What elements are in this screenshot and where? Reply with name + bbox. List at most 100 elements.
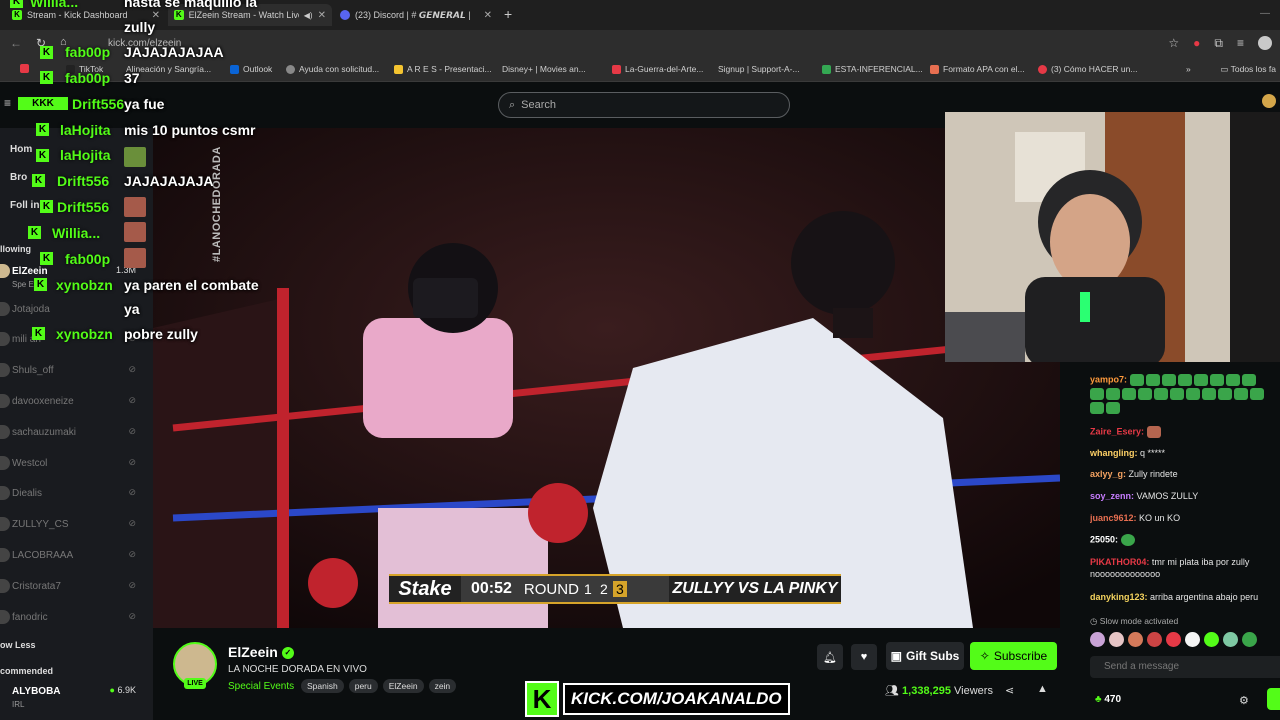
sidebar-channel[interactable]: fanodric ⊘ xyxy=(0,608,150,628)
all-bookmarks[interactable]: ▭ Todos los fa xyxy=(1220,64,1276,75)
bookmark-youtube[interactable] xyxy=(20,64,29,73)
avatar xyxy=(0,394,10,408)
bookmark-label: (3) Cómo HACER un... xyxy=(1051,64,1138,74)
bookmark-label: Formato APA con el... xyxy=(943,64,1025,74)
bookmark-ayuda[interactable]: Ayuda con solicitud... xyxy=(286,64,379,74)
sidebar-channel[interactable]: Cristorata7 ⊘ xyxy=(0,577,150,597)
chat-username[interactable]: soy_zenn: xyxy=(1090,491,1134,501)
chat-username[interactable]: axlyy_g: xyxy=(1090,469,1126,479)
chat-message-input[interactable]: Send a message xyxy=(1090,656,1280,678)
emote-icon[interactable] xyxy=(1147,632,1162,647)
share-icon[interactable]: ⋖ xyxy=(1005,684,1014,697)
sidebar-channel[interactable]: ZULLYY_CS ⊘ xyxy=(0,515,150,535)
channel-points[interactable]: ♣ 470 xyxy=(1095,694,1121,705)
report-icon[interactable]: ▲ xyxy=(1037,683,1048,695)
viewer-count: 👥︎ 1,338,295 Viewers xyxy=(885,684,993,697)
emote-icon[interactable] xyxy=(1090,632,1105,647)
face-emote-icon xyxy=(124,197,146,217)
minimize-icon[interactable]: — xyxy=(1260,8,1270,19)
emote-row-icon xyxy=(1129,374,1258,386)
sidebar-channel[interactable]: Shuls_off ⊘ xyxy=(0,361,150,381)
user-avatar[interactable] xyxy=(1262,94,1276,108)
tag[interactable]: Spanish xyxy=(301,679,344,693)
emote-icon[interactable] xyxy=(1204,632,1219,647)
bookmark-signup[interactable]: Signup | Support-A-... xyxy=(718,64,800,74)
chat-username[interactable]: PIKATHOR04: xyxy=(1090,557,1149,567)
speaker-icon[interactable]: ◀) xyxy=(304,11,313,20)
close-tab-icon[interactable]: ✕ xyxy=(484,10,492,21)
chat-username[interactable]: Zaire_Esery: xyxy=(1090,426,1144,436)
show-less-button[interactable]: ow Less xyxy=(0,640,36,650)
sidebar-channel[interactable]: LACOBRAAA ⊘ xyxy=(0,546,150,566)
chat-message-cont xyxy=(1090,402,1280,414)
kick-badge-icon: K xyxy=(40,71,53,84)
live-badge: LIVE xyxy=(184,678,206,689)
star-icon[interactable]: ☆ xyxy=(1168,36,1179,51)
follow-heart-button[interactable]: ♥ xyxy=(851,644,877,670)
emote-icon[interactable] xyxy=(1223,632,1238,647)
screen: K Stream - Kick Dashboard ✕ K ElZeein St… xyxy=(0,0,1280,720)
emote-icon[interactable] xyxy=(1128,632,1143,647)
channel-name: davooxeneize xyxy=(12,396,74,407)
star-icon: ✧ xyxy=(979,649,990,663)
video-player[interactable]: #LANOCHEDORADA Stake 00:52 ROUND 1 2 3 Z… xyxy=(153,128,1060,628)
sidebar-recommended[interactable]: ALYBOBA ● 6.9K xyxy=(0,682,150,702)
channel-name-text: ElZeein xyxy=(228,644,278,660)
chat-send-button[interactable] xyxy=(1267,688,1280,710)
bookmark-inferencial[interactable]: ESTA-INFERENCIAL... xyxy=(822,64,923,74)
chat-username[interactable]: danyking123: xyxy=(1090,592,1148,602)
search-input[interactable]: ⌕ Search xyxy=(498,92,790,118)
bookmark-disney[interactable]: Disney+ | Movies an... xyxy=(502,64,586,74)
more-bookmarks-icon[interactable]: » xyxy=(1186,64,1191,74)
youtube-icon xyxy=(20,64,29,73)
gift-subs-button[interactable]: ▣ Gift Subs xyxy=(886,642,964,670)
new-tab-icon[interactable]: + xyxy=(504,6,512,22)
menu-icon[interactable]: ≡ xyxy=(4,96,11,110)
round-number: 1 xyxy=(584,581,592,597)
tag[interactable]: ElZeein xyxy=(382,679,424,693)
chat-message: whangling: q ***** xyxy=(1090,448,1280,458)
sidebar-channel[interactable]: sachauzumaki ⊘ xyxy=(0,423,150,443)
back-icon[interactable]: ← xyxy=(10,36,22,50)
chat-username[interactable]: 25050: xyxy=(1090,534,1118,544)
bookmark-apa[interactable]: Formato APA con el... xyxy=(930,64,1025,74)
bookmark-outlook[interactable]: Outlook xyxy=(230,64,272,74)
extension-icon[interactable]: ● xyxy=(1193,36,1200,51)
nav-browse[interactable]: Bro xyxy=(10,172,27,183)
close-tab-icon[interactable]: ✕ xyxy=(318,10,326,21)
avatar xyxy=(0,332,10,346)
emote-icon[interactable] xyxy=(1109,632,1124,647)
channel-name[interactable]: ElZeein ✓ xyxy=(228,644,294,660)
tag[interactable]: peru xyxy=(348,679,378,693)
recommended-heading: commended xyxy=(0,666,54,676)
emote-icon[interactable] xyxy=(1166,632,1181,647)
profile-avatar[interactable] xyxy=(1258,36,1272,50)
tag[interactable]: zein xyxy=(428,679,457,693)
nav-home[interactable]: Hom xyxy=(10,144,32,155)
sidebar-channel[interactable]: Diealis ⊘ xyxy=(0,484,150,504)
puzzle-icon[interactable]: ⧉ xyxy=(1214,36,1223,51)
overlay-username: laHojita xyxy=(60,122,111,138)
bookmark-ares[interactable]: A R E S - Presentaci... xyxy=(394,64,492,74)
emote-icon[interactable] xyxy=(1242,632,1257,647)
chat-username[interactable]: juanc9612: xyxy=(1090,513,1137,523)
tab-discord[interactable]: (23) Discord | # 𝙂𝙀𝙉𝙀𝙍𝘼𝙇 | ✕ xyxy=(334,4,498,26)
round-timer: 00:52 xyxy=(471,580,512,597)
media-icon[interactable]: ≡ xyxy=(1237,36,1244,51)
chat-username[interactable]: yampo7: xyxy=(1090,374,1127,384)
stream-category[interactable]: Special Events xyxy=(228,681,294,692)
notification-bell-button[interactable]: 🔔︎ xyxy=(817,644,843,670)
avatar xyxy=(0,548,10,562)
chat-username[interactable]: whangling: xyxy=(1090,448,1138,458)
overlay-message: hasta se maquillo la xyxy=(124,0,258,10)
overlay-message: pobre zully xyxy=(124,326,198,342)
subscribe-button[interactable]: ✧ Subscribe xyxy=(970,642,1057,670)
settings-gear-icon[interactable]: ⚙ xyxy=(1239,694,1249,707)
emote-icon[interactable] xyxy=(1185,632,1200,647)
offline-icon: ⊘ xyxy=(128,580,136,590)
sidebar-channel[interactable]: Westcol ⊘ xyxy=(0,454,150,474)
bookmark-como-hacer[interactable]: (3) Cómo HACER un... xyxy=(1038,64,1137,74)
sidebar-channel[interactable]: davooxeneize ⊘ xyxy=(0,392,150,412)
bookmark-guerra[interactable]: La-Guerra-del-Arte... xyxy=(612,64,703,74)
chat-message: danyking123: arriba argentina abajo peru xyxy=(1090,592,1280,602)
